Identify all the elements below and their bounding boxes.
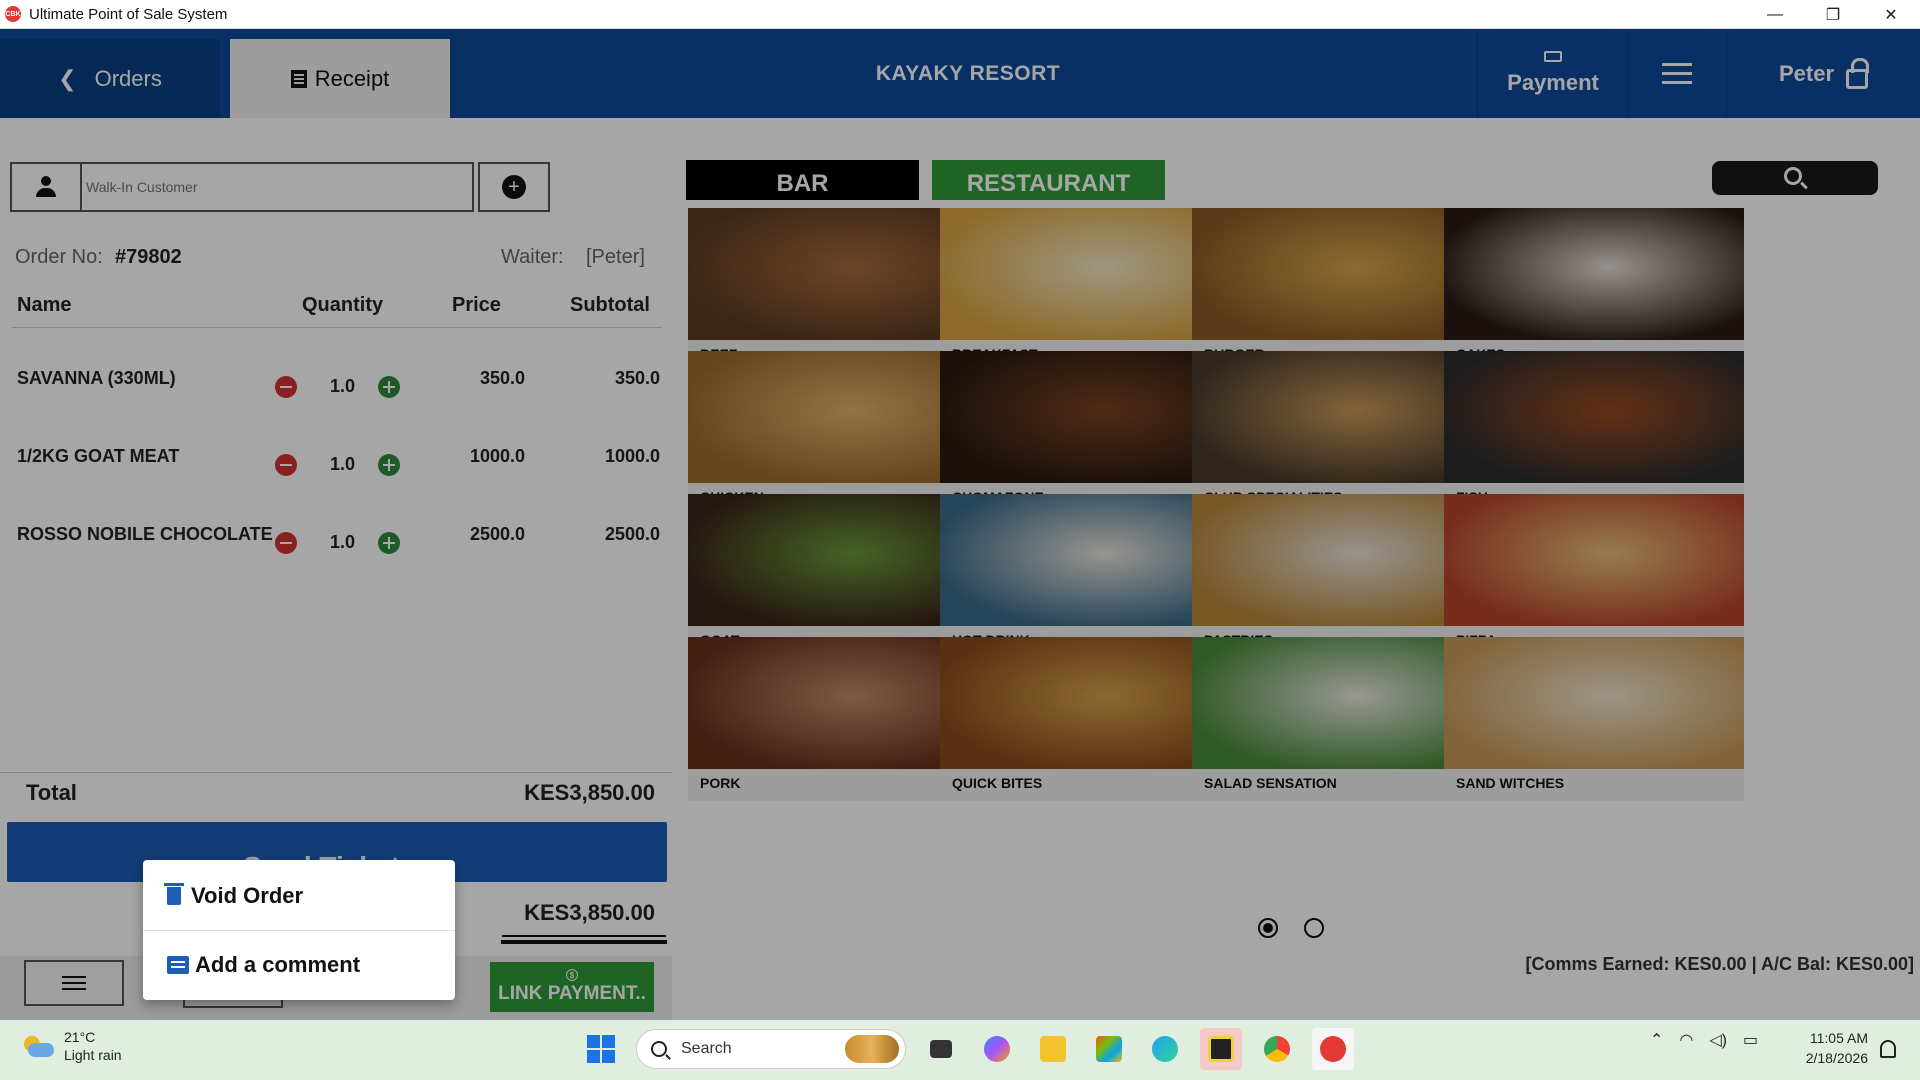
wifi-icon[interactable]: ◠ — [1679, 1030, 1693, 1050]
chrome-button[interactable] — [1256, 1028, 1298, 1070]
battery-icon[interactable]: ▭ — [1743, 1030, 1758, 1050]
window-titlebar: CBK Ultimate Point of Sale System — ❐ ✕ — [0, 0, 1920, 29]
start-button[interactable] — [580, 1028, 622, 1070]
volume-icon[interactable]: ◁) — [1709, 1030, 1727, 1050]
windows-icon — [587, 1035, 615, 1063]
app-logo-icon: CBK — [5, 6, 21, 22]
add-comment-option[interactable]: Add a comment — [143, 931, 455, 999]
pos-app-button[interactable] — [1312, 1028, 1354, 1070]
task-view-icon — [930, 1040, 952, 1058]
add-comment-label: Add a comment — [195, 952, 361, 977]
chevron-up-icon[interactable]: ⌃ — [1650, 1030, 1663, 1050]
store-icon — [1096, 1036, 1122, 1062]
clock-date: 2/18/2026 — [1805, 1050, 1868, 1066]
edge-button[interactable] — [1144, 1028, 1186, 1070]
taskbar-apps: Search — [580, 1028, 1354, 1070]
system-tray: ⌃ ◠ ◁) ▭ — [1650, 1030, 1758, 1050]
weather-temperature: 21°C — [64, 1029, 96, 1045]
search-highlight-icon — [845, 1035, 899, 1063]
taskbar-clock[interactable]: 11:05 AM 2/18/2026 — [1780, 1028, 1868, 1068]
windows-taskbar: 21°C Light rain Search ⌃ ◠ ◁) ▭ 11:05 AM… — [0, 1020, 1920, 1080]
file-explorer-button[interactable] — [1032, 1028, 1074, 1070]
window-controls: — ❐ ✕ — [1746, 0, 1920, 29]
clock-time: 11:05 AM — [1809, 1030, 1868, 1046]
edge-icon — [1152, 1036, 1178, 1062]
sticky-notes-button[interactable] — [1200, 1028, 1242, 1070]
store-button[interactable] — [1088, 1028, 1130, 1070]
notes-icon — [1208, 1036, 1234, 1062]
notification-icon[interactable] — [1880, 1040, 1896, 1058]
taskbar-search[interactable]: Search — [636, 1029, 906, 1069]
close-button[interactable]: ✕ — [1862, 0, 1920, 29]
taskbar-search-label: Search — [681, 1040, 732, 1057]
weather-condition: Light rain — [64, 1047, 122, 1063]
comment-icon — [167, 956, 189, 974]
chrome-icon — [1264, 1036, 1290, 1062]
task-view-button[interactable] — [920, 1028, 962, 1070]
copilot-icon — [984, 1036, 1010, 1062]
order-options-popup: Void Order Add a comment — [143, 860, 455, 1000]
weather-widget[interactable]: 21°C Light rain — [20, 1028, 122, 1064]
window-title: Ultimate Point of Sale System — [29, 5, 228, 23]
trash-icon — [164, 883, 184, 905]
weather-icon — [20, 1034, 54, 1058]
folder-icon — [1040, 1036, 1066, 1062]
void-order-label: Void Order — [191, 883, 304, 908]
pos-app-icon — [1320, 1036, 1346, 1062]
maximize-button[interactable]: ❐ — [1804, 0, 1862, 29]
search-icon — [651, 1041, 667, 1057]
minimize-button[interactable]: — — [1746, 0, 1804, 29]
void-order-option[interactable]: Void Order — [143, 862, 455, 930]
copilot-button[interactable] — [976, 1028, 1018, 1070]
